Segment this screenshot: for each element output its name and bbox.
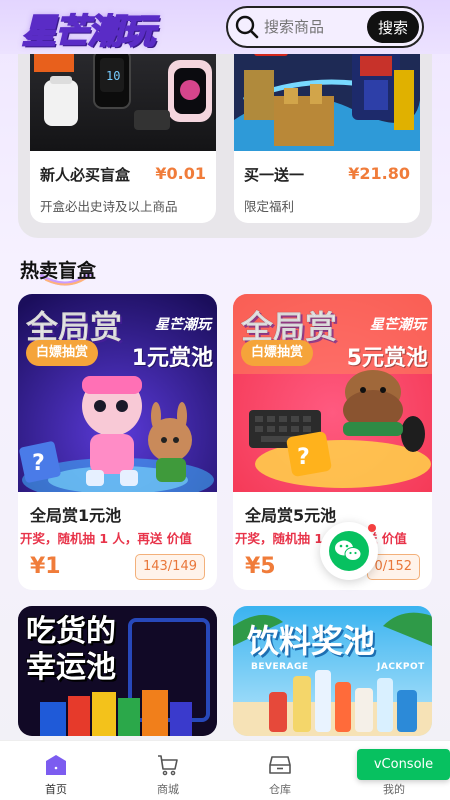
pool-image-5yuan: ? 全局赏 星芒潮玩 白嫖抽赏 5元赏池 xyxy=(233,294,432,492)
cart-icon xyxy=(158,755,178,776)
pool-count: 143/149 xyxy=(134,554,205,580)
promo-card-newbie[interactable]: 10 新人必买盲盒 ¥0.01 开盒必出史诗及以上商品 xyxy=(30,40,216,223)
pool-image-subtitle: JACKPOT xyxy=(377,662,425,672)
vconsole-button[interactable]: vConsole xyxy=(357,749,450,780)
pool-brand: 星芒潮玩 xyxy=(370,317,426,333)
tab-label: 首页 xyxy=(45,783,67,796)
pool-amount: 5元赏池 xyxy=(346,346,428,371)
section-title-hot: 热卖盲盒 xyxy=(20,260,97,282)
title-line: 吃货的 xyxy=(26,614,116,649)
pool-amount: 1元赏池 xyxy=(131,346,213,371)
warehouse-icon xyxy=(269,756,291,774)
pool-name: 全局赏1元池 xyxy=(30,506,122,525)
tab-label: 我的 xyxy=(383,783,405,796)
svg-text:?: ? xyxy=(32,451,45,476)
svg-text:10: 10 xyxy=(106,69,120,83)
promo-image-gadgets: 10 xyxy=(30,40,216,151)
pool-card-1yuan[interactable]: ? 全局赏 星芒潮玩 白嫖抽赏 1元赏池 全局赏1元池 开奖，随机抽 1 人，再… xyxy=(18,294,217,590)
title-line: 幸运池 xyxy=(26,650,116,685)
pool-image-1yuan: ? 全局赏 星芒潮玩 白嫖抽赏 1元赏池 xyxy=(18,294,217,492)
promo-title: 新人必买盲盒 xyxy=(40,166,131,184)
pool-tag: 白嫖抽赏 xyxy=(26,340,99,366)
pool-card-snack[interactable]: 吃货的 幸运池 xyxy=(18,606,217,736)
pool-price: ¥1 xyxy=(30,554,61,579)
promo-price: ¥0.01 xyxy=(155,164,206,183)
pool-card-drink[interactable]: 饮料奖池 BEVERAGE JACKPOT xyxy=(233,606,432,736)
tab-label: 商城 xyxy=(157,783,179,796)
search-input[interactable] xyxy=(264,16,364,38)
top-header: 星芒潮玩 搜索 xyxy=(0,0,450,54)
pool-tag: 白嫖抽赏 xyxy=(241,340,314,366)
search-bar[interactable]: 搜索 xyxy=(226,6,424,48)
pool-image-subtitle: BEVERAGE xyxy=(251,662,309,672)
promo-price: ¥21.80 xyxy=(348,164,410,183)
tab-home[interactable]: 首页 xyxy=(0,741,112,800)
wechat-service-button[interactable] xyxy=(320,522,378,580)
tab-shop[interactable]: 商城 xyxy=(112,741,224,800)
promo-title: 买一送一 xyxy=(244,166,305,184)
notification-dot xyxy=(368,524,376,532)
svg-text:?: ? xyxy=(297,445,310,470)
search-button[interactable]: 搜索 xyxy=(367,11,419,43)
pool-price: ¥5 xyxy=(245,554,276,579)
tab-label: 仓库 xyxy=(269,783,291,796)
promo-desc: 开盒必出史诗及以上商品 xyxy=(40,199,178,214)
pool-desc: 开奖，随机抽 1 人，再送 价值 xyxy=(20,531,192,546)
pool-image-title: 饮料奖池 xyxy=(247,622,376,660)
home-icon xyxy=(46,755,66,775)
promo-card-bogo[interactable]: 买一送一 ¥21.80 限定福利 xyxy=(234,40,420,223)
search-icon xyxy=(235,15,259,39)
promo-panel: 10 新人必买盲盒 ¥0.01 开盒必出史诗及以上商品 买一送一 ¥21.80 … xyxy=(18,40,432,238)
promo-desc: 限定福利 xyxy=(244,199,295,214)
promo-image-lego xyxy=(234,40,420,151)
pool-image-title: 吃货的 幸运池 xyxy=(26,614,116,686)
tab-warehouse[interactable]: 仓库 xyxy=(224,741,336,800)
brand-logo[interactable]: 星芒潮玩 xyxy=(21,4,156,53)
pool-brand: 星芒潮玩 xyxy=(155,317,211,333)
